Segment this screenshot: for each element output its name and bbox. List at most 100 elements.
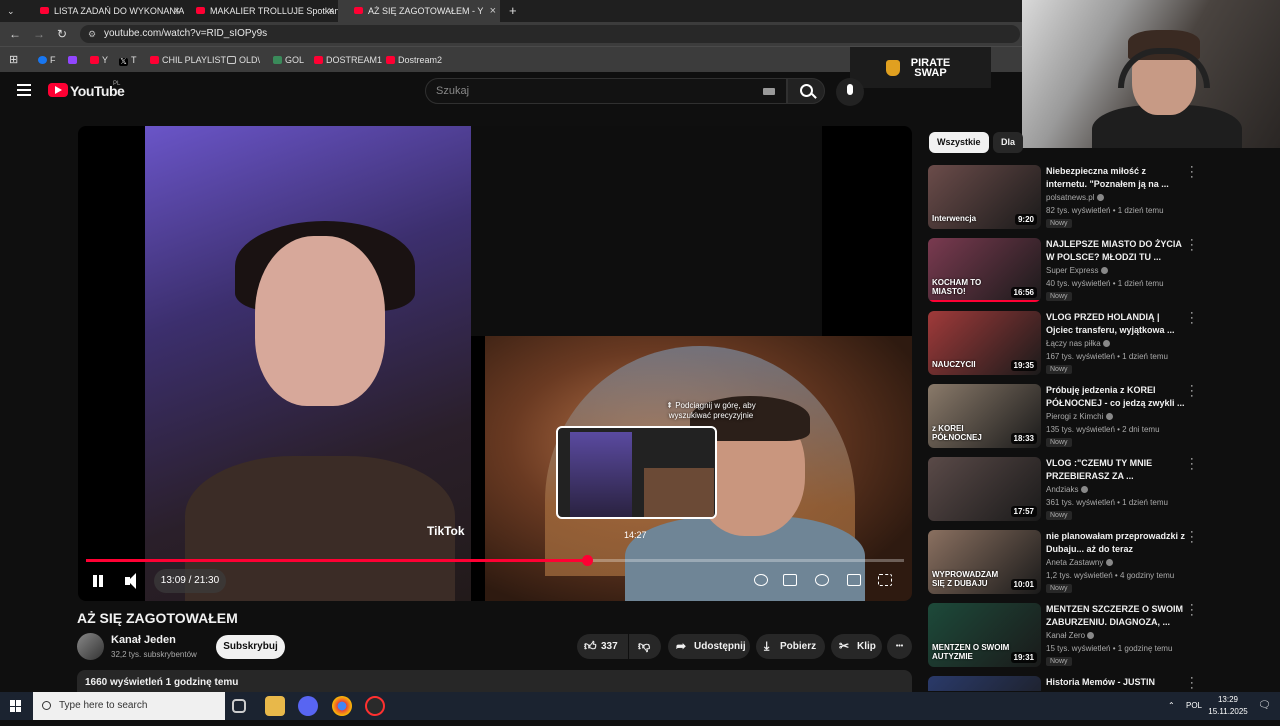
autoplay-icon[interactable] xyxy=(754,574,768,586)
browser-tab-active[interactable]: AŻ SIĘ ZAGOTOWAŁEM - Y × xyxy=(338,0,500,22)
chip-for-you[interactable]: Dla C xyxy=(993,132,1023,153)
browser-tab[interactable]: MAKALIER TROLLUJE Spotkanie × xyxy=(180,0,338,22)
forward-icon[interactable]: → xyxy=(33,22,45,46)
recommendation-channel[interactable]: Andziaks xyxy=(1046,485,1088,494)
bookmark-folder[interactable]: OLD\ xyxy=(227,47,260,73)
recommendation-thumbnail[interactable]: Interwencja 9:20 xyxy=(928,165,1041,229)
microphone-icon[interactable] xyxy=(836,78,864,106)
new-tab-button[interactable]: + xyxy=(509,0,517,22)
recommendation-item[interactable]: WYPROWADZAM SIĘ Z DUBAJU 10:01 nie planowa… xyxy=(928,527,1258,600)
chrome-icon[interactable] xyxy=(332,696,352,716)
windows-start-icon[interactable] xyxy=(10,700,22,712)
clock-date[interactable]: 15.11.2025 xyxy=(1206,698,1250,726)
recommendation-title[interactable]: Próbuję jedzenia z KOREI PÓŁNOCNEJ - co … xyxy=(1046,384,1186,410)
recommendation-channel[interactable]: Pierogi z Kimchi xyxy=(1046,412,1113,421)
recommendation-thumbnail[interactable]: NAUCZYCII 19:35 xyxy=(928,311,1041,375)
tab-close-icon[interactable]: × xyxy=(490,0,496,22)
recommendation-title[interactable]: VLOG PRZED HOLANDIĄ | Ojciec transferu, … xyxy=(1046,311,1186,337)
miniplayer-icon[interactable] xyxy=(847,574,861,586)
share-button[interactable]: ➦ Udostępnij xyxy=(668,634,750,659)
tab-list-icon[interactable]: ⌄ xyxy=(7,0,15,22)
recommendation-thumbnail[interactable]: 17:57 xyxy=(928,457,1041,521)
recommendation-title[interactable]: MENTZEN SZCZERZE O SWOIM ZABURZENIU. DIA… xyxy=(1046,603,1186,629)
subtitles-icon[interactable] xyxy=(783,574,797,586)
pause-button[interactable] xyxy=(90,569,106,593)
bookmark[interactable]: DOSTREAM1 xyxy=(314,47,382,73)
recommendation-item[interactable]: NAUCZYCII 19:35 VLOG PRZED HOLANDIĄ | Ojci… xyxy=(928,308,1258,381)
settings-gear-icon[interactable] xyxy=(815,574,829,586)
clip-button[interactable]: ✂ Klip xyxy=(831,634,882,659)
recommendation-item[interactable]: z KOREI PÓŁNOCNEJ 18:33 Próbuję jedzenia z… xyxy=(928,381,1258,454)
recommendation-meta: 82 tys. wyświetleń • 1 dzień temu xyxy=(1046,206,1164,215)
recommendation-thumbnail[interactable]: z KOREI PÓŁNOCNEJ 18:33 xyxy=(928,384,1041,448)
url-field[interactable]: ⚙ youtube.com/watch?v=RID_sIOPy9s xyxy=(80,25,1020,43)
recommendation-thumbnail[interactable] xyxy=(928,676,1041,691)
keyboard-icon[interactable] xyxy=(763,88,775,95)
recommendation-title[interactable]: Historia Memów - JUSTIN xyxy=(1046,676,1186,689)
youtube-icon xyxy=(150,56,159,64)
chip-all[interactable]: Wszystkie xyxy=(929,132,989,153)
dislike-button[interactable]: 👎︎ xyxy=(629,634,661,659)
menu-icon[interactable] xyxy=(17,84,31,96)
recommendation-title[interactable]: NAJLEPSZE MIASTO DO ŻYCIA W POLSCE? MŁOD… xyxy=(1046,238,1186,264)
recommendation-title[interactable]: VLOG :"CZEMU TY MNIE PRZEBIERASZ ZA ... xyxy=(1046,457,1186,483)
channel-avatar[interactable] xyxy=(77,633,104,660)
bookmark[interactable]: Y xyxy=(90,47,108,73)
more-options-icon[interactable]: · · · xyxy=(1190,600,1196,621)
taskbar-search-input[interactable]: Type here to search xyxy=(33,692,225,720)
site-info-icon[interactable]: ⚙ xyxy=(88,25,96,43)
discord-icon[interactable] xyxy=(298,696,318,716)
volume-icon[interactable] xyxy=(122,569,144,593)
more-options-icon[interactable]: · · · xyxy=(1190,235,1196,256)
video-player[interactable]: TikTok ⇞ Podciągnij w górę, aby wyszukiw… xyxy=(78,126,912,601)
browser-tab[interactable]: LISTA ZADAŃ DO WYKONANIA × xyxy=(24,0,184,22)
subscribe-button[interactable]: Subskrybuj xyxy=(216,635,285,659)
youtube-logo-icon[interactable] xyxy=(48,83,68,97)
more-actions-button[interactable]: ••• xyxy=(887,634,912,659)
bookmark-label: F xyxy=(50,55,56,65)
bookmark[interactable]: Dostream2 xyxy=(386,47,442,73)
recommendation-item[interactable]: Interwencja 9:20 Niebezpieczna miłość z in… xyxy=(928,162,1258,235)
back-icon[interactable]: ← xyxy=(9,22,21,46)
bookmark[interactable]: F xyxy=(38,47,56,73)
bookmark[interactable] xyxy=(68,47,80,73)
recommendation-channel[interactable]: Kanał Zero xyxy=(1046,631,1095,640)
reload-icon[interactable]: ↻ xyxy=(57,22,67,46)
recommendation-thumbnail[interactable]: MENTZEN O SWOIM AUTYZMIE 19:31 xyxy=(928,603,1041,667)
like-button[interactable]: 👍︎ 337 xyxy=(577,634,628,659)
task-view-icon[interactable] xyxy=(232,699,246,713)
search-button[interactable] xyxy=(787,78,825,104)
file-explorer-icon[interactable] xyxy=(265,696,285,716)
language-indicator[interactable]: POL xyxy=(1186,692,1202,720)
obs-icon[interactable] xyxy=(365,696,385,716)
recommendation-item[interactable]: MENTZEN O SWOIM AUTYZMIE 19:31 MENTZEN SZC… xyxy=(928,600,1258,673)
recommendation-channel[interactable]: polsatnews.pl xyxy=(1046,193,1104,202)
recommendation-channel[interactable]: Aneta Zastawny xyxy=(1046,558,1113,567)
more-options-icon[interactable]: · · · xyxy=(1190,676,1196,691)
channel-name[interactable]: Kanał Jeden xyxy=(111,634,176,646)
search-input[interactable]: Szukaj xyxy=(425,78,787,104)
recommendation-item[interactable]: KOCHAM TO MIASTO! 16:56 NAJLEPSZE MIASTO D… xyxy=(928,235,1258,308)
recommendation-thumbnail[interactable]: WYPROWADZAM SIĘ Z DUBAJU 10:01 xyxy=(928,530,1041,594)
tab-close-icon[interactable]: × xyxy=(328,0,334,22)
more-options-icon[interactable]: · · · xyxy=(1190,381,1196,402)
notifications-icon[interactable]: 🗨︎ xyxy=(1258,692,1271,720)
bookmark[interactable]: CHIL PLAYLIST xyxy=(150,47,226,73)
bookmark[interactable]: GOL xyxy=(273,47,304,73)
recommendation-title[interactable]: nie planowałam przeprowadzki z Dubaju...… xyxy=(1046,530,1186,556)
recommendation-thumbnail[interactable]: KOCHAM TO MIASTO! 16:56 xyxy=(928,238,1041,302)
more-options-icon[interactable]: · · · xyxy=(1190,527,1196,548)
apps-grid-icon[interactable]: ⊞ xyxy=(9,47,18,73)
download-button[interactable]: ⤓ Pobierz xyxy=(756,634,825,659)
fullscreen-icon[interactable] xyxy=(878,574,892,586)
bookmark[interactable]: 𝕏T xyxy=(119,47,137,73)
recommendation-channel[interactable]: Łączy nas piłka xyxy=(1046,339,1110,348)
more-options-icon[interactable]: · · · xyxy=(1190,308,1196,329)
tray-chevron-icon[interactable]: ⌃ xyxy=(1168,692,1175,720)
recommendation-item[interactable]: 17:57 VLOG :"CZEMU TY MNIE PRZEBIERASZ ZA… xyxy=(928,454,1258,527)
recommendation-channel[interactable]: Super Express xyxy=(1046,266,1108,275)
more-options-icon[interactable]: · · · xyxy=(1190,162,1196,183)
more-options-icon[interactable]: · · · xyxy=(1190,454,1196,475)
recommendation-title[interactable]: Niebezpieczna miłość z internetu. "Pozna… xyxy=(1046,165,1186,191)
progress-bar[interactable] xyxy=(86,555,904,566)
